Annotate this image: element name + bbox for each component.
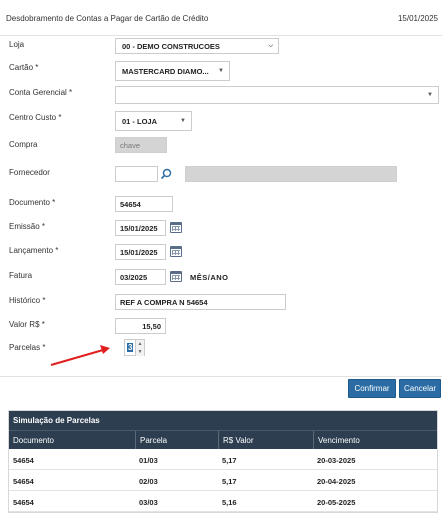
column-header-vencimento[interactable]: Vencimento xyxy=(313,431,437,450)
cell-documento: 54654 xyxy=(13,456,34,465)
conta-gerencial-label: Conta Gerencial * xyxy=(9,88,73,97)
calendar-icon[interactable] xyxy=(170,222,182,233)
table-row[interactable]: 54654 02/03 5,17 20-04-2025 xyxy=(9,470,437,491)
fatura-input[interactable]: 03/2025 xyxy=(115,269,166,285)
emissao-value: 15/01/2025 xyxy=(120,224,158,233)
fornecedor-code-input[interactable] xyxy=(115,166,158,182)
cell-parcela: 02/03 xyxy=(139,477,158,486)
valor-input[interactable]: 15,50 xyxy=(115,318,166,334)
calendar-icon[interactable] xyxy=(170,271,182,282)
cell-valor: 5,16 xyxy=(222,498,237,507)
cartao-select[interactable]: MASTERCARD DIAMO... ▼ xyxy=(115,61,230,81)
confirm-button[interactable]: Confirmar xyxy=(348,379,396,398)
historico-input[interactable]: REF A COMPRA N 54654 xyxy=(115,294,286,310)
loja-value: 00 - DEMO CONSTRUCOES xyxy=(122,42,220,51)
page-header: Desdobramento de Contas a Pagar de Cartã… xyxy=(0,0,442,36)
centro-custo-select[interactable]: 01 - LOJA ▼ xyxy=(115,111,192,131)
compra-placeholder: chave xyxy=(120,141,141,150)
cartao-label: Cartão * xyxy=(9,63,39,72)
chevron-down-icon: ⌵ xyxy=(268,43,273,49)
section-divider xyxy=(0,376,442,377)
cancel-button[interactable]: Cancelar xyxy=(399,379,441,398)
centro-custo-value: 01 - LOJA xyxy=(122,117,158,126)
historico-value: REF A COMPRA N 54654 xyxy=(120,298,208,307)
cell-vencimento: 20-05-2025 xyxy=(317,498,356,507)
cell-vencimento: 20-03-2025 xyxy=(317,456,356,465)
spinner-up-icon[interactable]: ▲ xyxy=(135,340,144,348)
cell-documento: 54654 xyxy=(13,477,34,486)
parcelas-stepper[interactable]: 3 ▲ ▼ xyxy=(124,339,145,356)
parcelas-label: Parcelas * xyxy=(9,343,46,352)
table-row[interactable]: 54654 03/03 5,16 20-05-2025 xyxy=(9,491,437,512)
loja-label: Loja xyxy=(9,40,25,49)
cell-parcela: 01/03 xyxy=(139,456,158,465)
cartao-value: MASTERCARD DIAMO... xyxy=(122,67,209,76)
loja-select[interactable]: 00 - DEMO CONSTRUCOES ⌵ xyxy=(115,38,279,54)
lancamento-input[interactable]: 15/01/2025 xyxy=(115,244,166,260)
documento-label: Documento * xyxy=(9,198,56,207)
emissao-label: Emissão * xyxy=(9,222,46,231)
spinner-down-icon[interactable]: ▼ xyxy=(135,348,144,356)
centro-custo-label: Centro Custo * xyxy=(9,113,62,122)
fatura-label: Fatura xyxy=(9,271,33,280)
chevron-down-icon: ▼ xyxy=(218,68,224,74)
column-header-documento[interactable]: Documento xyxy=(9,431,135,450)
lancamento-value: 15/01/2025 xyxy=(120,248,158,257)
cell-vencimento: 20-04-2025 xyxy=(317,477,356,486)
fornecedor-label: Fornecedor xyxy=(9,168,50,177)
calendar-icon[interactable] xyxy=(170,246,182,257)
cell-valor: 5,17 xyxy=(222,477,237,486)
search-icon[interactable] xyxy=(160,168,172,180)
parcelas-value: 3 xyxy=(127,343,134,352)
cell-valor: 5,17 xyxy=(222,456,237,465)
fornecedor-name-display xyxy=(185,166,397,182)
simulation-grid: Simulação de Parcelas Documento Parcela … xyxy=(8,410,438,513)
chevron-down-icon: ▼ xyxy=(427,92,433,98)
cell-parcela: 03/03 xyxy=(139,498,158,507)
page-title: Desdobramento de Contas a Pagar de Cartã… xyxy=(6,14,209,23)
annotation-arrow xyxy=(50,345,110,367)
lancamento-label: Lançamento * xyxy=(9,246,59,255)
documento-input[interactable]: 54654 xyxy=(115,196,173,212)
valor-value: 15,50 xyxy=(142,322,161,331)
documento-value: 54654 xyxy=(120,200,141,209)
fatura-format-hint: MÊS/ANO xyxy=(190,273,229,282)
chevron-down-icon: ▼ xyxy=(180,118,186,124)
compra-input: chave xyxy=(115,137,167,153)
historico-label: Histórico * xyxy=(9,296,46,305)
fatura-value: 03/2025 xyxy=(120,273,148,282)
column-header-valor[interactable]: R$ Valor xyxy=(218,431,313,450)
simulation-header-row: Documento Parcela R$ Valor Vencimento xyxy=(9,430,437,450)
table-row[interactable]: 54654 01/03 5,17 20-03-2025 xyxy=(9,449,437,470)
simulation-title: Simulação de Parcelas xyxy=(9,411,437,430)
emissao-input[interactable]: 15/01/2025 xyxy=(115,220,166,236)
cell-documento: 54654 xyxy=(13,498,34,507)
header-date: 15/01/2025 xyxy=(397,14,438,23)
column-header-parcela[interactable]: Parcela xyxy=(135,431,218,450)
compra-label: Compra xyxy=(9,140,38,149)
valor-label: Valor R$ * xyxy=(9,320,45,329)
conta-gerencial-select[interactable]: ▼ xyxy=(115,86,439,104)
